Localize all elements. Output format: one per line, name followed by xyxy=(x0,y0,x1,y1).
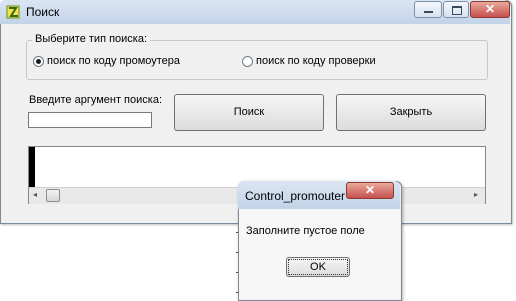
maximize-icon xyxy=(452,6,462,15)
scrollbar-thumb[interactable] xyxy=(46,189,60,202)
list-selection-marker xyxy=(29,147,35,187)
search-type-legend: Выберите тип поиска: xyxy=(32,33,151,45)
search-argument-input[interactable] xyxy=(28,112,152,128)
search-argument-label: Введите аргумент поиска: xyxy=(29,94,163,106)
scroll-left-icon[interactable]: ◂ xyxy=(33,190,37,199)
close-form-button[interactable]: Закрыть xyxy=(336,94,486,131)
search-button[interactable]: Поиск xyxy=(174,94,324,131)
message-box-close-button[interactable]: ✕ xyxy=(346,182,394,199)
minimize-icon xyxy=(424,11,433,13)
maximize-button[interactable] xyxy=(443,1,469,18)
message-box-title: Control_promouter xyxy=(245,189,346,203)
radio-search-by-promouter[interactable] xyxy=(33,56,44,67)
scroll-right-icon[interactable]: ▸ xyxy=(474,190,478,199)
close-icon: ✕ xyxy=(485,2,496,16)
close-icon: ✕ xyxy=(364,183,376,197)
radio-search-by-check[interactable] xyxy=(242,56,253,67)
close-button[interactable]: ✕ xyxy=(470,1,510,18)
ok-button[interactable]: OK xyxy=(286,257,350,277)
message-box-text: Заполните пустое поле xyxy=(246,225,365,237)
minimize-button[interactable] xyxy=(414,1,442,18)
radio-search-by-promouter-label[interactable]: поиск по коду промоутера xyxy=(47,55,180,67)
app-icon xyxy=(6,5,20,19)
message-box-body xyxy=(239,209,400,299)
radio-selected-dot xyxy=(36,59,41,64)
radio-search-by-check-label[interactable]: поиск по коду проверки xyxy=(256,55,376,67)
window-title: Поиск xyxy=(26,5,60,19)
